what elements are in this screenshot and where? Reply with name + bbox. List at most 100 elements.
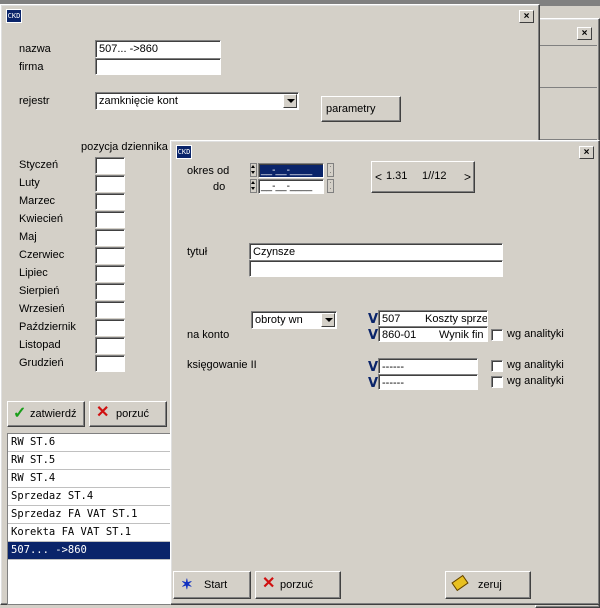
ksiegowanie-2-field[interactable]: ------: [378, 374, 478, 390]
nazwa-label: nazwa: [19, 43, 51, 55]
chevron-down-icon[interactable]: [321, 313, 335, 327]
account-1-code: 507: [382, 313, 401, 325]
ksiegowanie-1-field[interactable]: ------: [378, 358, 478, 374]
month-label: Kwiecień: [19, 213, 64, 225]
firma-label: firma: [19, 61, 44, 73]
month-label: Listopad: [19, 339, 61, 351]
rejestr-select-value: zamknięcie kont: [99, 95, 178, 107]
month-label: Lipiec: [19, 267, 48, 279]
porzuc-label: porzuć: [116, 408, 150, 420]
list-item[interactable]: RW ST.5: [8, 452, 172, 470]
date-to-dropdown[interactable]: · ·: [327, 179, 334, 193]
tytul-field[interactable]: Czynsze: [249, 243, 503, 260]
month-position-field[interactable]: [95, 247, 125, 264]
month-position-field[interactable]: [95, 229, 125, 246]
month-position-field[interactable]: [95, 283, 125, 300]
tytul-field-2[interactable]: [249, 260, 503, 277]
month-position-field[interactable]: [95, 337, 125, 354]
next-period-button[interactable]: >: [464, 170, 471, 184]
eraser-icon: [451, 574, 469, 592]
start-label: Start: [204, 579, 228, 591]
account-2-code: 860-01: [382, 329, 417, 341]
runner-icon: ✶: [181, 576, 193, 592]
checkmark-icon: ✓: [13, 405, 27, 422]
month-position-field[interactable]: [95, 301, 125, 318]
month-position-field[interactable]: [95, 175, 125, 192]
period-navigator: < 1.31 1//12 >: [371, 161, 475, 193]
list-item[interactable]: 507... ->860: [8, 542, 172, 560]
dialog-porzuc-label: porzuć: [280, 579, 314, 591]
register-list[interactable]: RW ST.6 RW ST.5 RW ST.4 Sprzedaz ST.4 Sprzed…: [7, 433, 173, 605]
background-window-right-divider: [539, 87, 597, 88]
na-konto-label: na konto: [187, 329, 230, 341]
start-button[interactable]: ✶ Start: [173, 571, 251, 599]
wg-analityki-label-3: wg analityki: [507, 375, 564, 387]
account-2-name: Wynik fin: [439, 329, 484, 341]
month-label: Maj: [19, 231, 37, 243]
month-position-field[interactable]: [95, 193, 125, 210]
prev-period-button[interactable]: <: [375, 170, 382, 184]
dialog-titlebar: CKD ×: [174, 144, 596, 162]
close-icon[interactable]: ×: [579, 146, 594, 159]
month-position-field[interactable]: [95, 211, 125, 228]
wg-analityki-checkbox-3[interactable]: [491, 376, 503, 388]
date-from-dropdown[interactable]: · ·: [327, 163, 334, 177]
zatwierdz-button[interactable]: ✓ zatwierdź: [7, 401, 85, 427]
month-label: Październik: [19, 321, 76, 333]
zeruj-button[interactable]: zeruj: [445, 571, 531, 599]
tytul-label: tytuł: [187, 246, 208, 258]
app-icon: CKD: [6, 9, 22, 23]
date-from-spinner[interactable]: [250, 163, 257, 177]
main-window-titlebar: CKD ×: [4, 8, 536, 26]
close-icon: ✕: [96, 404, 110, 421]
date-to-field[interactable]: __-__-____: [258, 179, 324, 194]
app-icon: CKD: [176, 145, 192, 159]
date-from-field[interactable]: __-__-____: [258, 163, 324, 178]
rejestr-label: rejestr: [19, 95, 50, 107]
account-2-field[interactable]: 860-01 Wynik fin: [378, 326, 488, 342]
month-label: Luty: [19, 177, 40, 189]
month-label: Wrzesień: [19, 303, 65, 315]
dialog-porzuc-button[interactable]: ✕ porzuć: [255, 571, 341, 599]
close-icon[interactable]: ×: [577, 27, 592, 40]
month-position-field[interactable]: [95, 265, 125, 282]
date-to-spinner[interactable]: [250, 179, 257, 193]
list-item[interactable]: Sprzedaz FA VAT ST.1: [8, 506, 172, 524]
list-item[interactable]: Korekta FA VAT ST.1: [8, 524, 172, 542]
chevron-down-icon[interactable]: [283, 94, 297, 108]
month-position-field[interactable]: [95, 355, 125, 372]
rejestr-select[interactable]: zamknięcie kont: [95, 92, 299, 110]
nazwa-field[interactable]: 507... ->860: [95, 40, 221, 58]
month-label: Grudzień: [19, 357, 64, 369]
close-icon[interactable]: ×: [519, 10, 534, 23]
month-position-field[interactable]: [95, 319, 125, 336]
month-label: Sierpień: [19, 285, 60, 297]
close-icon: ✕: [262, 575, 276, 592]
obroty-select-value: obroty wn: [255, 314, 303, 326]
obroty-select[interactable]: obroty wn: [251, 311, 337, 329]
ksiegowanie-ii-label: księgowanie II: [187, 359, 257, 371]
firma-field[interactable]: [95, 58, 221, 75]
month-label: Czerwiec: [19, 249, 65, 261]
pozycja-dziennika-header: pozycja dziennika: [81, 141, 168, 153]
parametry-button[interactable]: parametry: [321, 96, 401, 122]
account-1-name: Koszty sprze: [425, 313, 488, 325]
list-item[interactable]: RW ST.6: [8, 434, 172, 452]
month-label: Marzec: [19, 195, 56, 207]
account-1-field[interactable]: 507 Koszty sprze: [378, 310, 488, 326]
month-position-field[interactable]: [95, 157, 125, 174]
do-label: do: [213, 181, 226, 193]
wg-analityki-label-1: wg analityki: [507, 328, 564, 340]
register-list-rows: RW ST.6 RW ST.5 RW ST.4 Sprzedaz ST.4 Sprzed…: [8, 434, 172, 560]
list-item[interactable]: Sprzedaz ST.4: [8, 488, 172, 506]
list-item[interactable]: RW ST.4: [8, 470, 172, 488]
wg-analityki-checkbox-2[interactable]: [491, 360, 503, 372]
wg-analityki-label-2: wg analityki: [507, 359, 564, 371]
period-fraction: 1//12: [422, 170, 447, 182]
okres-od-label: okres od: [187, 165, 230, 177]
porzuc-button[interactable]: ✕ porzuć: [89, 401, 167, 427]
zatwierdz-label: zatwierdź: [30, 408, 77, 420]
dialog-window: CKD × okres od do __-__-____ · · __-__-__…: [170, 140, 600, 605]
wg-analityki-checkbox-1[interactable]: [491, 329, 503, 341]
month-label: Styczeń: [19, 159, 59, 171]
